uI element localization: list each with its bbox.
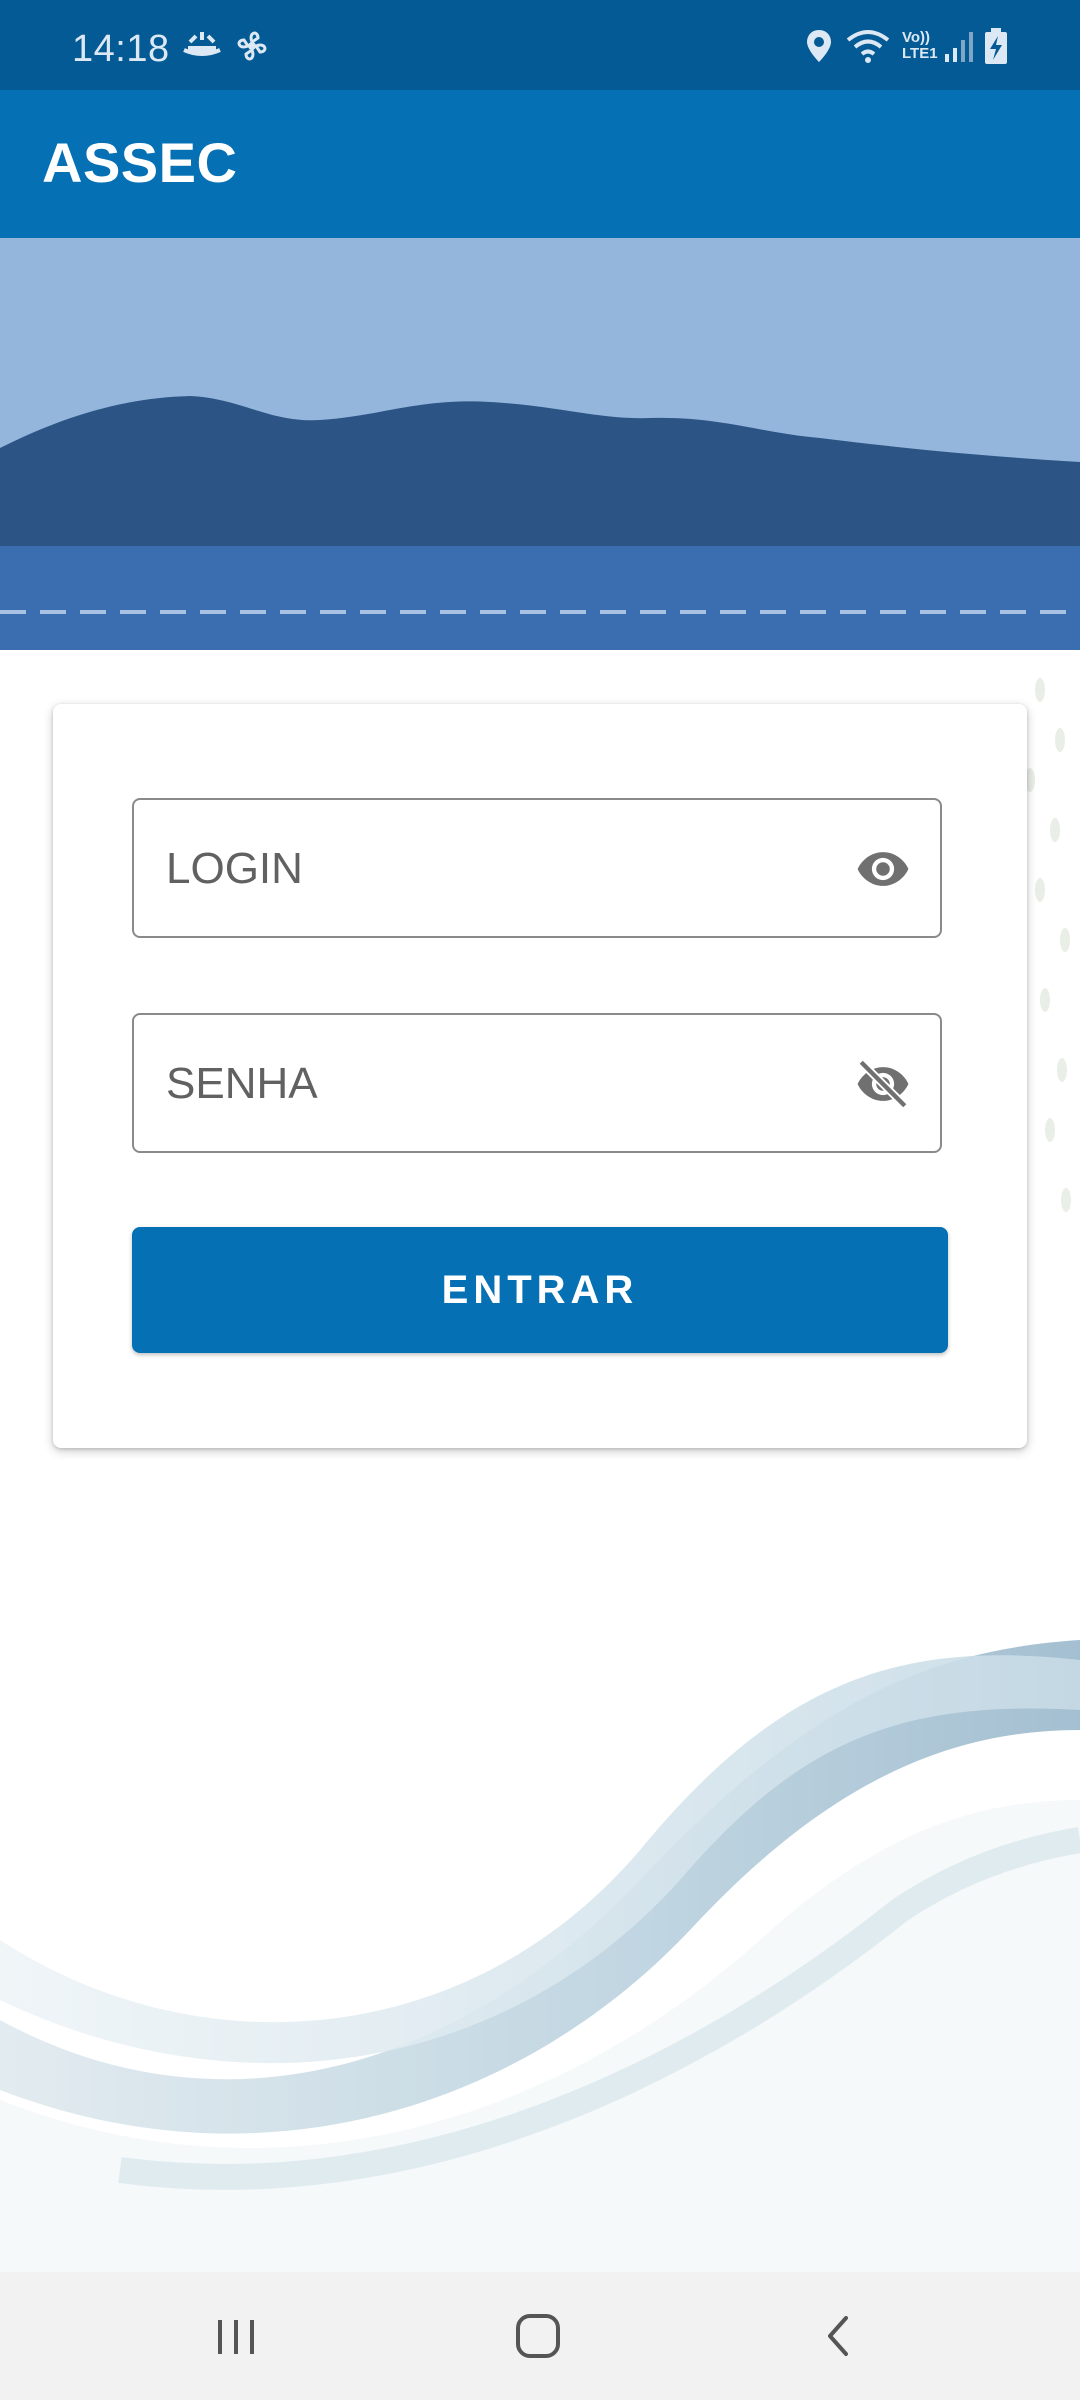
status-bar: 14:18 Vo)) LTE1 <box>0 0 1080 90</box>
volte-label: Vo)) <box>902 29 931 46</box>
recent-apps-icon[interactable] <box>212 2308 260 2369</box>
back-icon[interactable] <box>814 2308 862 2369</box>
eye-icon[interactable] <box>854 840 912 898</box>
login-field[interactable] <box>132 798 942 938</box>
fan-icon <box>234 28 270 69</box>
login-input[interactable] <box>164 800 848 938</box>
wifi-icon <box>846 28 890 69</box>
lte-label: LTE1 <box>902 45 938 62</box>
home-icon[interactable] <box>510 2308 566 2369</box>
signal-icon <box>944 28 974 69</box>
password-input[interactable] <box>164 1015 848 1153</box>
eye-off-icon[interactable] <box>854 1055 912 1113</box>
password-field[interactable] <box>132 1013 942 1153</box>
app-bar: ASSEC <box>0 90 1080 238</box>
battery-charging-icon <box>984 28 1008 71</box>
login-card: ENTRAR <box>53 704 1027 1448</box>
network-type-label: Vo)) LTE1 <box>902 30 938 62</box>
location-icon <box>804 28 834 69</box>
app-title: ASSEC <box>42 131 238 194</box>
notification-icon <box>180 28 224 67</box>
status-time: 14:18 <box>72 28 170 70</box>
entrar-button[interactable]: ENTRAR <box>132 1227 948 1353</box>
system-navigation-bar <box>0 2272 1080 2400</box>
header-banner-image <box>0 238 1080 650</box>
